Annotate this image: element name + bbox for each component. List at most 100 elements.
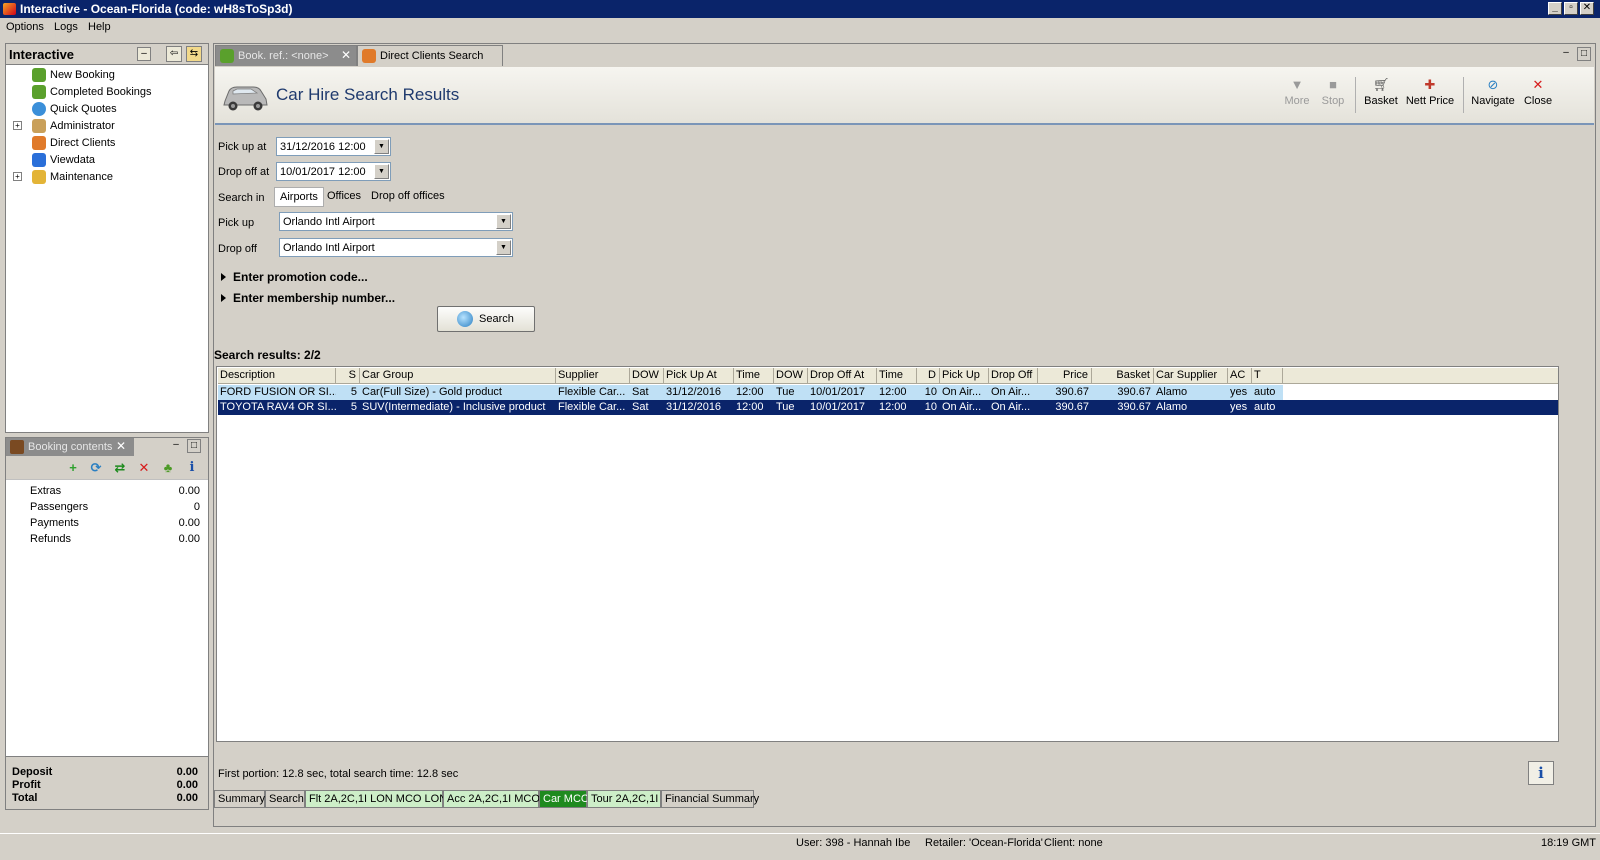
column-header[interactable]: DOW — [774, 368, 808, 384]
minimize-icon[interactable]: – — [1559, 47, 1573, 61]
nav-panel: Interactive – ⇦ ⇆ New Booking Completed … — [5, 43, 209, 433]
bottom-tab[interactable]: Tour 2A,2C,1I — [587, 790, 661, 808]
nav-item-administrator[interactable]: + Administrator — [6, 118, 206, 135]
chevron-down-icon[interactable]: ▼ — [374, 164, 389, 179]
column-header[interactable]: Car Group — [360, 368, 556, 384]
dropoff-at-label: Drop off at — [218, 166, 270, 178]
search-button[interactable]: Search — [437, 306, 535, 332]
column-header[interactable]: Car Supplier — [1154, 368, 1228, 384]
menu-help[interactable]: Help — [88, 21, 111, 33]
status-client: Client: none — [1044, 837, 1103, 849]
info-icon[interactable]: i — [1528, 761, 1554, 785]
tool-label: Nett Price — [1405, 95, 1455, 107]
swap-icon[interactable]: ⇆ — [186, 46, 202, 62]
dropoff-select[interactable]: Orlando Intl Airport ▼ — [279, 238, 513, 257]
info-icon[interactable]: i — [185, 461, 199, 475]
add-icon[interactable]: + — [66, 461, 80, 475]
maximize-icon[interactable]: □ — [1577, 47, 1591, 61]
column-header[interactable]: AC — [1228, 368, 1252, 384]
bottom-tab[interactable]: Acc 2A,2C,1I MCO — [443, 790, 540, 808]
chevron-down-icon[interactable]: ▼ — [496, 240, 511, 255]
nav-item-completed-bookings[interactable]: Completed Bookings — [6, 84, 206, 101]
pickup-select[interactable]: Orlando Intl Airport ▼ — [279, 212, 513, 231]
dropoff-at-field[interactable]: 10/01/2017 12:00 ▼ — [276, 162, 391, 181]
table-row[interactable]: FORD FUSION OR SI... 5 Car(Full Size) - Go… — [218, 385, 1283, 400]
collapse-icon[interactable]: – — [137, 47, 151, 61]
table-cell: yes — [1230, 401, 1248, 413]
tab-booking-contents[interactable]: Booking contents ✕ — [6, 438, 134, 456]
profit-value: 0.00 — [176, 779, 198, 791]
booking-row-extras: Extras 0.00 — [6, 483, 208, 499]
menu-bar: Options Logs Help — [0, 18, 1600, 37]
column-header[interactable]: Pick Up At — [664, 368, 734, 384]
stop-button[interactable]: ■ Stop — [1317, 77, 1349, 107]
close-tab-icon[interactable]: ✕ — [341, 48, 351, 62]
column-header[interactable]: Time — [734, 368, 774, 384]
expand-icon[interactable]: + — [13, 172, 22, 181]
navigate-button[interactable]: ⊘ Navigate — [1469, 77, 1517, 107]
expand-icon[interactable]: + — [13, 121, 22, 130]
column-header[interactable]: Basket — [1092, 368, 1154, 384]
column-header[interactable]: Drop Off At — [808, 368, 877, 384]
palm-tree-icon[interactable]: ♣ — [161, 461, 175, 475]
nav-item-new-booking[interactable]: New Booking — [6, 67, 206, 84]
column-header[interactable]: T — [1252, 368, 1283, 384]
booking-icon — [10, 440, 24, 454]
column-header[interactable]: Time — [877, 368, 917, 384]
maximize-icon[interactable]: □ — [187, 439, 201, 453]
table-cell: Flexible Car... — [558, 401, 626, 413]
close-window-button[interactable]: ✕ — [1580, 2, 1594, 15]
nav-item-maintenance[interactable]: + Maintenance — [6, 169, 206, 186]
column-header[interactable]: S — [336, 368, 360, 384]
column-header[interactable]: D — [917, 368, 940, 384]
bottom-tab[interactable]: Car MCO — [539, 790, 589, 808]
column-header[interactable]: Supplier — [556, 368, 630, 384]
search-in-offices[interactable]: Offices — [322, 187, 366, 207]
column-header[interactable]: Description — [218, 368, 336, 384]
table-cell: On Air... — [991, 401, 1031, 413]
delete-icon[interactable]: ✕ — [137, 461, 151, 475]
results-table: Description S Car Group Supplier DOW Pick Up … — [216, 366, 1559, 742]
pickup-at-field[interactable]: 31/12/2016 12:00 ▼ — [276, 137, 391, 156]
chevron-down-icon[interactable]: ▼ — [374, 139, 389, 154]
promotion-code-expander[interactable]: Enter promotion code... — [221, 270, 368, 284]
chevron-down-icon[interactable]: ▼ — [496, 214, 511, 229]
more-button[interactable]: ▼ More — [1281, 77, 1313, 107]
column-header[interactable]: Price — [1038, 368, 1092, 384]
nav-item-label: Completed Bookings — [50, 86, 152, 98]
booking-contents-tabstrip: Booking contents ✕ – □ — [6, 438, 208, 456]
menu-options[interactable]: Options — [6, 21, 44, 33]
column-header[interactable]: Drop Off — [989, 368, 1038, 384]
minimize-icon[interactable]: – — [169, 439, 183, 453]
bottom-tab[interactable]: Summary — [214, 790, 265, 808]
transfer-icon[interactable]: ⇄ — [113, 461, 127, 475]
column-header[interactable]: DOW — [630, 368, 664, 384]
basket-button[interactable]: 🛒︎ Basket — [1360, 77, 1402, 107]
close-button[interactable]: ✕ Close — [1521, 77, 1555, 107]
tab-direct-clients-search[interactable]: Direct Clients Search — [357, 45, 503, 66]
bottom-tab[interactable]: Flt 2A,2C,1I LON MCO LON — [305, 790, 447, 808]
restore-button[interactable]: ▫ — [1564, 2, 1578, 15]
nett-price-button[interactable]: ✚ Nett Price — [1404, 77, 1456, 107]
table-cell: 12:00 — [736, 386, 764, 398]
bottom-tab[interactable]: Search — [265, 790, 305, 808]
minimize-button[interactable]: _ — [1548, 2, 1562, 15]
back-icon[interactable]: ⇦ — [166, 46, 182, 62]
nav-item-viewdata[interactable]: Viewdata — [6, 152, 206, 169]
bottom-tab[interactable]: Financial Summary — [661, 790, 759, 808]
menu-logs[interactable]: Logs — [54, 21, 78, 33]
table-cell: 12:00 — [879, 386, 907, 398]
search-in-airports[interactable]: Airports — [274, 187, 324, 207]
column-header[interactable]: Pick Up — [940, 368, 989, 384]
pickup-value: Orlando Intl Airport — [283, 216, 375, 228]
close-icon[interactable]: ✕ — [116, 439, 126, 453]
nav-item-direct-clients[interactable]: Direct Clients — [6, 135, 206, 152]
refresh-icon[interactable]: ⟳ — [89, 461, 103, 475]
membership-number-expander[interactable]: Enter membership number... — [221, 291, 395, 305]
tab-booking-ref[interactable]: Book. ref.: <none> ✕ — [215, 45, 357, 66]
nav-item-quick-quotes[interactable]: Quick Quotes — [6, 101, 206, 118]
table-row[interactable]: TOYOTA RAV4 OR SI... 5 SUV(Intermediate) -… — [218, 400, 1558, 415]
deposit-value: 0.00 — [176, 766, 198, 778]
deposit-label: Deposit — [12, 766, 53, 778]
search-in-dropoff-offices[interactable]: Drop off offices — [366, 187, 450, 207]
